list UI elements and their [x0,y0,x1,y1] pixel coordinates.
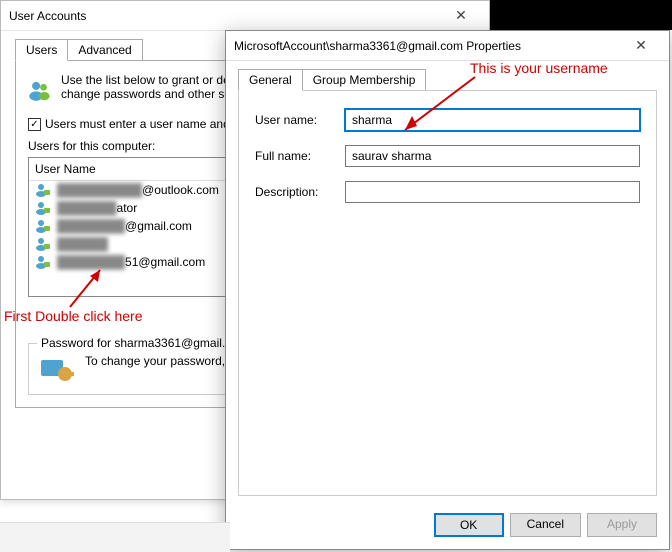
close-icon[interactable]: ✕ [441,7,481,24]
key-icon [39,354,75,384]
tab-general[interactable]: General [238,69,303,91]
bottom-strip [0,522,230,552]
user-icon [35,201,51,215]
user-icon [35,183,51,197]
username-field[interactable]: sharma [345,109,640,131]
apply-button[interactable]: Apply [587,513,657,537]
fullname-field[interactable]: saurav sharma [345,145,640,167]
ok-button[interactable]: OK [434,513,504,537]
window-title: User Accounts [9,9,441,23]
front-tabbar: General Group Membership [226,61,669,91]
password-group-label: Password for sharma3361@gmail.com [37,336,252,350]
properties-dialog: MicrosoftAccount\sharma3361@gmail.com Pr… [225,30,670,550]
user-icon [35,255,51,269]
dialog-button-row: OK Cancel Apply [226,505,669,549]
general-tab-panel: User name: sharma Full name: saurav shar… [238,90,657,496]
user-accounts-titlebar: User Accounts ✕ [1,1,489,31]
username-label: User name: [255,113,345,127]
tab-group-membership[interactable]: Group Membership [302,69,427,91]
window-title: MicrosoftAccount\sharma3361@gmail.com Pr… [234,39,621,53]
user-icon [35,219,51,233]
cancel-button[interactable]: Cancel [510,513,581,537]
properties-titlebar: MicrosoftAccount\sharma3361@gmail.com Pr… [226,31,669,61]
tab-advanced[interactable]: Advanced [67,39,142,61]
tab-users[interactable]: Users [15,39,68,61]
user-icon [35,237,51,251]
background-region [472,0,672,30]
users-icon [28,73,51,107]
close-icon[interactable]: ✕ [621,37,661,54]
fullname-label: Full name: [255,149,345,163]
checkbox-icon[interactable]: ✓ [28,118,41,131]
description-label: Description: [255,185,345,199]
description-field[interactable] [345,181,640,203]
